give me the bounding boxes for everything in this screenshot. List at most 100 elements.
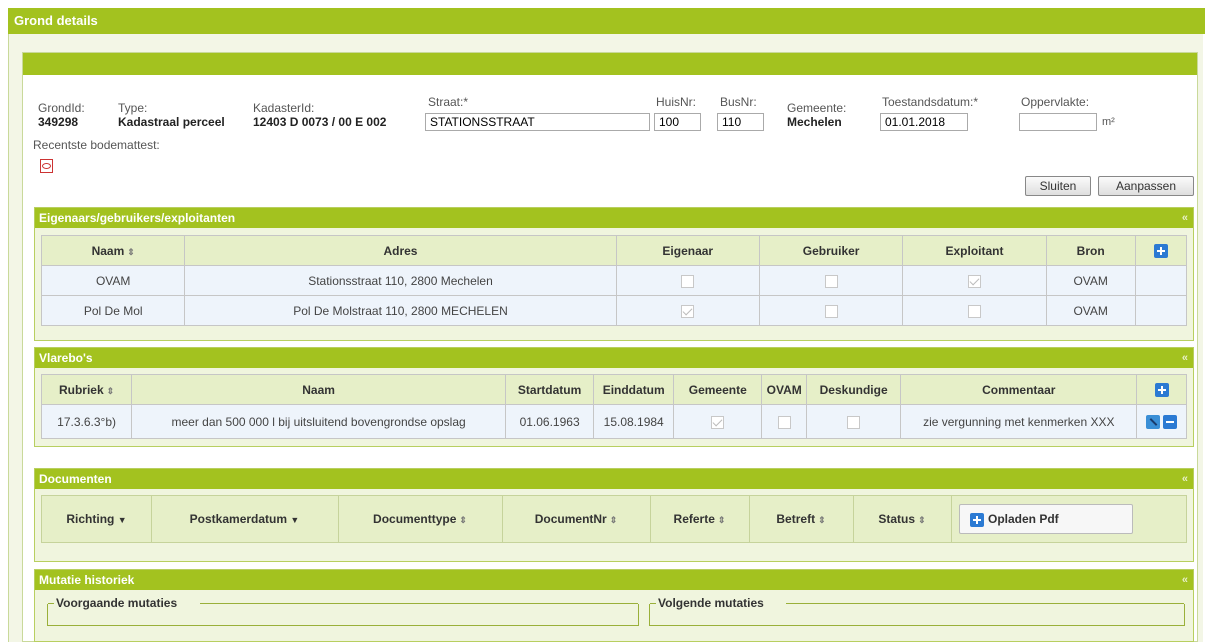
- col-header-naam: Naam: [131, 374, 507, 405]
- cell-einddatum: 15.08.1984: [593, 404, 675, 439]
- type-label: Type:: [118, 101, 148, 115]
- huisnr-input[interactable]: [654, 113, 701, 131]
- grondid-value: 349298: [38, 115, 79, 129]
- type-value: Kadastraal perceel: [118, 115, 225, 129]
- cell-adres: Pol De Molstraat 110, 2800 MECHELEN: [184, 295, 617, 326]
- oppervlakte-unit: m²: [1102, 116, 1115, 128]
- eigenaars-panel: Eigenaars/gebruikers/exploitanten « Naam…: [34, 207, 1194, 341]
- cell-naam: Pol De Mol: [40, 295, 186, 326]
- col-header-rubriek[interactable]: Rubriek ⇕: [40, 374, 133, 405]
- col-header-eigenaar: Eigenaar: [615, 235, 760, 266]
- detail-panel-header: [23, 53, 1197, 75]
- cell-rubriek: 17.3.6.3°b): [40, 404, 133, 439]
- toestandsdatum-input[interactable]: [880, 113, 968, 131]
- add-icon[interactable]: [1154, 382, 1169, 397]
- col-header-deskundige: Deskundige: [806, 374, 902, 405]
- exploitant-checkbox[interactable]: [968, 274, 982, 288]
- pdf-icon[interactable]: [40, 159, 53, 173]
- edit-icon[interactable]: [1145, 414, 1160, 429]
- documenten-panel: Documenten « Richting ▼ Postkamerdatum ▼…: [34, 468, 1194, 562]
- eigenaars-table: Naam ⇕ Adres Eigenaar Gebruiker Exploitan…: [40, 235, 1188, 326]
- mutatie-panel: Mutatie historiek « Voorgaande mutaties …: [34, 569, 1194, 642]
- col-header-postkamerdatum[interactable]: Postkamerdatum ▼: [151, 496, 339, 542]
- volgende-mutaties-legend: Volgende mutaties: [656, 596, 766, 610]
- col-header-richting[interactable]: Richting ▼: [42, 496, 152, 542]
- col-header-gebruiker: Gebruiker: [758, 235, 904, 266]
- vlarebo-panel: Vlarebo's « Rubriek ⇕ Naam Startdatum Ein…: [34, 347, 1194, 447]
- col-header-documentnr[interactable]: DocumentNr ⇕: [502, 496, 651, 542]
- vlarebo-panel-header[interactable]: Vlarebo's «: [35, 348, 1193, 368]
- eigenaars-panel-header[interactable]: Eigenaars/gebruikers/exploitanten «: [35, 208, 1193, 228]
- straat-input[interactable]: [425, 113, 650, 131]
- documenten-panel-header[interactable]: Documenten «: [35, 469, 1193, 489]
- collapse-icon[interactable]: «: [1182, 469, 1188, 489]
- gemeente-value: Mechelen: [787, 115, 842, 129]
- sluiten-button[interactable]: Sluiten: [1025, 176, 1091, 196]
- table-row[interactable]: 17.3.6.3°b) meer dan 500 000 l bij uitsl…: [40, 404, 1187, 439]
- collapse-icon[interactable]: «: [1182, 208, 1188, 228]
- busnr-input[interactable]: [717, 113, 764, 131]
- volgende-mutaties-group: Volgende mutaties: [649, 596, 1185, 626]
- oppervlakte-input[interactable]: [1019, 113, 1097, 131]
- table-row[interactable]: Pol De Mol Pol De Molstraat 110, 2800 ME…: [40, 295, 1188, 326]
- oppervlakte-label: Oppervlakte:: [1021, 95, 1090, 109]
- col-header-ovam: OVAM: [761, 374, 808, 405]
- kadaster-label: KadasterId:: [253, 101, 315, 115]
- eigenaars-title: Eigenaars/gebruikers/exploitanten: [39, 211, 236, 225]
- remove-icon[interactable]: [1163, 414, 1178, 429]
- eigenaar-checkbox[interactable]: [681, 304, 695, 318]
- gebruiker-checkbox[interactable]: [824, 274, 838, 288]
- add-owner-cell: [1134, 235, 1188, 266]
- gemeente-checkbox[interactable]: [711, 415, 725, 429]
- col-header-documenttype[interactable]: Documenttype ⇕: [338, 496, 503, 542]
- col-header-startdatum: Startdatum: [505, 374, 595, 405]
- huisnr-label: HuisNr:: [656, 95, 697, 109]
- straat-label: Straat:*: [428, 95, 469, 109]
- gebruiker-checkbox[interactable]: [824, 304, 838, 318]
- voorgaande-mutaties-group: Voorgaande mutaties: [47, 596, 639, 626]
- cell-commentaar: zie vergunning met kenmerken XXX: [900, 404, 1138, 439]
- collapse-icon[interactable]: «: [1182, 570, 1188, 590]
- col-header-referte[interactable]: Referte ⇕: [650, 496, 750, 542]
- col-header-bron: Bron: [1045, 235, 1136, 266]
- cell-naam: meer dan 500 000 l bij uitsluitend boven…: [131, 404, 507, 439]
- window-title: Grond details: [8, 8, 1205, 34]
- col-header-exploitant: Exploitant: [902, 235, 1047, 266]
- cell-bron: OVAM: [1045, 265, 1136, 296]
- kadaster-value: 12403 D 0073 / 00 E 002: [253, 115, 387, 129]
- cell-startdatum: 01.06.1963: [505, 404, 595, 439]
- col-header-naam[interactable]: Naam ⇕: [40, 235, 186, 266]
- add-icon: [970, 512, 984, 527]
- cell-adres: Stationsstraat 110, 2800 Mechelen: [184, 265, 617, 296]
- vlarebo-table: Rubriek ⇕ Naam Startdatum Einddatum Gemee…: [40, 374, 1187, 439]
- add-vlarebo-cell: [1136, 374, 1187, 405]
- deskundige-checkbox[interactable]: [847, 415, 861, 429]
- col-header-adres: Adres: [184, 235, 617, 266]
- col-header-status[interactable]: Status ⇕: [853, 496, 952, 542]
- busnr-label: BusNr:: [720, 95, 757, 109]
- table-row[interactable]: OVAM Stationsstraat 110, 2800 Mechelen O…: [40, 265, 1188, 296]
- vlarebo-title: Vlarebo's: [39, 351, 93, 365]
- documenten-title: Documenten: [39, 472, 112, 486]
- cell-bron: OVAM: [1045, 295, 1136, 326]
- col-header-einddatum: Einddatum: [593, 374, 675, 405]
- col-header-gemeente: Gemeente: [673, 374, 763, 405]
- aanpassen-button[interactable]: Aanpassen: [1098, 176, 1194, 196]
- ovam-checkbox[interactable]: [777, 415, 791, 429]
- col-header-commentaar: Commentaar: [900, 374, 1138, 405]
- collapse-icon[interactable]: «: [1182, 348, 1188, 368]
- toestandsdatum-label: Toestandsdatum:*: [882, 95, 979, 109]
- eigenaar-checkbox[interactable]: [681, 274, 695, 288]
- cell-naam: OVAM: [40, 265, 186, 296]
- bodemattest-label: Recentste bodemattest:: [33, 138, 160, 152]
- grondid-label: GrondId:: [38, 101, 85, 115]
- opladen-pdf-button[interactable]: Opladen Pdf: [959, 504, 1133, 534]
- documenten-table-header: Richting ▼ Postkamerdatum ▼ Documenttype…: [41, 495, 1187, 543]
- mutatie-title: Mutatie historiek: [39, 573, 135, 587]
- gemeente-label: Gemeente:: [787, 101, 847, 115]
- col-header-betreft[interactable]: Betreft ⇕: [749, 496, 854, 542]
- mutatie-panel-header[interactable]: Mutatie historiek «: [35, 570, 1193, 590]
- add-icon[interactable]: [1153, 243, 1168, 258]
- voorgaande-mutaties-legend: Voorgaande mutaties: [54, 596, 180, 610]
- exploitant-checkbox[interactable]: [968, 304, 982, 318]
